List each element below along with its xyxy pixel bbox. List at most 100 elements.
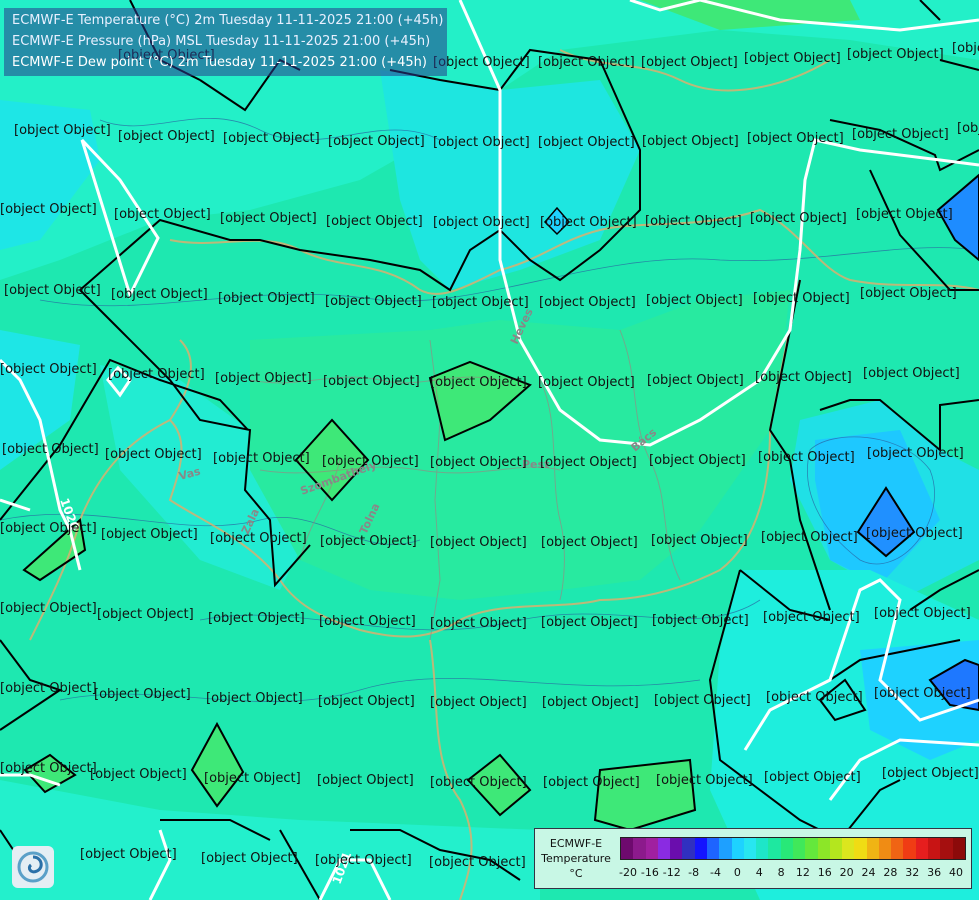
value-label: [object Object] — [747, 131, 844, 146]
legend-color-swatch — [645, 838, 658, 859]
weather-map: 1020 1021 Vas Szombathely Zala Tolna Hev… — [0, 0, 979, 900]
value-label: [object Object] — [758, 450, 855, 465]
legend-tick-label: 4 — [755, 866, 763, 879]
value-label: [object Object] — [430, 535, 527, 550]
value-label: [object Object] — [860, 286, 957, 301]
value-label: [object Object] — [94, 687, 191, 702]
legend-tick-label: 20 — [839, 866, 854, 879]
value-label: [object Object] — [540, 455, 637, 470]
legend-tick-label: -4 — [709, 866, 721, 879]
legend-color-swatch — [670, 838, 683, 859]
value-label: [object Object] — [430, 455, 527, 470]
value-label: [object Object] — [325, 294, 422, 309]
legend-color-swatch — [805, 838, 818, 859]
legend-color-swatch — [792, 838, 806, 859]
value-label: [object Object] — [755, 370, 852, 385]
legend-color-swatch — [829, 838, 843, 859]
legend-tick-label: 8 — [777, 866, 785, 879]
legend-color-swatch — [878, 838, 892, 859]
legend-color-swatch — [743, 838, 757, 859]
value-label: [object Object] — [80, 847, 177, 862]
value-label: [object Object] — [326, 214, 423, 229]
value-label: [object Object] — [541, 535, 638, 550]
legend-tick-label: -16 — [640, 866, 659, 879]
legend-ticks: -20 -16 -12 -8 -4 0 4 8 12 16 20 24 28 32 36 40 — [619, 866, 964, 880]
value-label: [object Object] — [539, 295, 636, 310]
value-label: [object Object] — [761, 530, 858, 545]
value-label: [object Object] — [14, 123, 111, 138]
value-label: [object Object] — [210, 531, 307, 546]
value-label: [object Object] — [2, 442, 99, 457]
legend-tick-label: -8 — [688, 866, 700, 879]
legend-color-bar — [620, 837, 966, 860]
value-label: [object Object] — [543, 775, 640, 790]
value-label: [object Object] — [651, 533, 748, 548]
value-label: [object Object] — [538, 55, 635, 70]
value-label: [object Object] — [101, 527, 198, 542]
legend-color-swatch — [731, 838, 744, 859]
legend-color-swatch — [706, 838, 720, 859]
value-label: [object Object] — [430, 775, 527, 790]
value-label: [object Object] — [874, 606, 971, 621]
value-label: [object Object] — [0, 761, 97, 776]
value-label: [object Object] — [882, 766, 979, 781]
value-label: [object Object] — [432, 295, 529, 310]
value-label: [object Object] — [315, 853, 412, 868]
legend-tick-label: 12 — [795, 866, 810, 879]
value-label: [object Object] — [429, 855, 526, 870]
value-label: [object Object] — [433, 55, 530, 70]
value-label: [object Object] — [204, 771, 301, 786]
legend-title-line: °C — [569, 867, 583, 880]
legend-tick-label: 16 — [817, 866, 832, 879]
value-label: [object Object] — [430, 375, 527, 390]
value-label: [object Object] — [114, 207, 211, 222]
legend-color-swatch — [854, 838, 867, 859]
value-label: [object Object] — [317, 773, 414, 788]
value-label: [object Object] — [0, 202, 97, 217]
value-label: [object Object] — [111, 287, 208, 302]
legend-color-swatch — [694, 838, 707, 859]
title-temperature[interactable]: ECMWF-E Temperature (°C) 2m Tuesday 11-1… — [12, 10, 443, 31]
legend-color-swatch — [891, 838, 904, 859]
value-label: [object Object] — [656, 773, 753, 788]
value-label: [object Object] — [538, 375, 635, 390]
value-label: [object Object] — [753, 291, 850, 306]
legend-color-swatch — [621, 838, 634, 859]
legend-color-swatch — [915, 838, 929, 859]
legend-color-swatch — [768, 838, 781, 859]
title-pressure[interactable]: ECMWF-E Pressure (hPa) MSL Tuesday 11-11… — [12, 31, 443, 52]
value-label: [object Object] — [654, 693, 751, 708]
legend-title-line: Temperature — [541, 852, 611, 865]
value-label: [object Object] — [0, 601, 97, 616]
legend-color-swatch — [952, 838, 965, 859]
legend-tick-label: 32 — [905, 866, 920, 879]
swirl-icon — [17, 851, 49, 883]
title-dewpoint[interactable]: ECMWF-E Dew point (°C) 2m Tuesday 11-11-… — [12, 52, 443, 73]
value-label: [object Object] — [646, 293, 743, 308]
value-label: [object Object] — [319, 614, 416, 629]
value-label: [object Object] — [750, 211, 847, 226]
temperature-legend: ECMWF-E Temperature °C -20 -16 -12 -8 -4 0 4 8 1… — [534, 828, 972, 889]
map-title-box: ECMWF-E Temperature (°C) 2m Tuesday 11-1… — [4, 8, 448, 76]
value-label: [object Object] — [430, 695, 527, 710]
value-label: [object Object] — [430, 616, 527, 631]
value-label: [object Object] — [0, 362, 97, 377]
value-label: [object Object] — [118, 129, 215, 144]
legend-color-swatch — [719, 838, 732, 859]
value-label: [object Object] — [652, 613, 749, 628]
value-label: [object Object] — [957, 121, 979, 136]
value-label: [object Object] — [538, 135, 635, 150]
legend-tick-label: 36 — [927, 866, 942, 879]
value-label: [object Object] — [847, 47, 944, 62]
value-label: [object Object] — [215, 371, 312, 386]
value-label: [object Object] — [4, 283, 101, 298]
legend-tick-label: 40 — [949, 866, 963, 879]
value-label: [object Object] — [642, 134, 739, 149]
value-label: [object Object] — [874, 686, 971, 701]
value-label: [object Object] — [201, 851, 298, 866]
legend-color-swatch — [633, 838, 646, 859]
value-label: [object Object] — [645, 214, 742, 229]
value-label: [object Object] — [223, 131, 320, 146]
value-label: [object Object] — [0, 681, 97, 696]
legend-color-swatch — [756, 838, 769, 859]
